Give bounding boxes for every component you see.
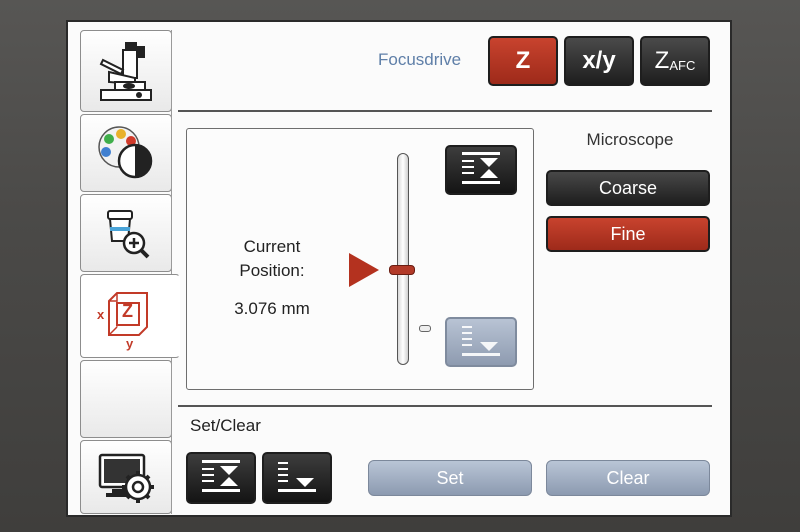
position-pointer-icon [349,253,379,287]
monitor-settings-icon [94,449,158,505]
tab-empty[interactable] [80,360,172,438]
set-clear-both-limits-button[interactable] [186,452,256,504]
touch-screen: x Z y Focusdrive Z x/y ZAFC Current Posi… [66,20,732,517]
fine-button[interactable]: Fine [546,216,710,252]
set-limits-icon [458,150,504,191]
tab-objective[interactable] [80,194,172,272]
position-panel: Current Position: 3.076 mm [186,128,534,390]
current-label: Current [243,237,301,256]
header-divider [178,110,712,112]
z-afc-button[interactable]: ZAFC [640,36,710,86]
upper-limit-button[interactable] [445,145,517,195]
set-label: Set [436,467,464,488]
focus-slider-thumb[interactable] [389,265,415,275]
set-clear-title: Set/Clear [190,416,261,435]
axis-label-y: y [126,336,134,351]
z-button-label: Z [515,47,531,74]
xyz-axis-icon: x Z y [95,281,165,351]
tab-microscope[interactable] [80,30,172,112]
xy-button[interactable]: x/y [564,36,634,86]
page-title: Focusdrive [378,50,462,69]
z-afc-button-label: ZAFC [654,47,696,74]
contrast-palette-icon [93,123,159,183]
sidebar-divider [171,30,172,514]
coarse-label: Coarse [598,177,658,198]
section-divider [178,405,712,407]
position-value: 3.076 mm [234,299,310,318]
axis-label-x: x [97,307,105,322]
set-clear-lower-limit-button[interactable] [262,452,332,504]
clear-button[interactable]: Clear [546,460,710,496]
position-label: Position: [239,261,305,280]
focus-slider-track[interactable] [397,153,409,365]
header: Focusdrive Z x/y ZAFC [178,30,724,88]
lower-limit-button[interactable] [445,317,517,367]
coarse-button[interactable]: Coarse [546,170,710,206]
lower-limit-icon [458,322,504,363]
set-button[interactable]: Set [368,460,532,496]
microscope-icon [95,38,157,104]
both-limits-icon [198,458,244,499]
lower-limit-marker [419,325,431,332]
lower-limit-icon [274,458,320,499]
fine-label: Fine [610,223,646,244]
clear-label: Clear [606,467,650,488]
objective-zoom-icon [98,205,154,261]
axis-label-z: Z [122,301,133,321]
microscope-title: Microscope [586,130,674,149]
sidebar: x Z y [80,30,180,514]
tab-contrast[interactable] [80,114,172,192]
tab-settings[interactable] [80,440,172,514]
z-button[interactable]: Z [488,36,558,86]
tab-focus-xyz[interactable]: x Z y [80,274,180,358]
xy-button-label: x/y [582,47,616,74]
